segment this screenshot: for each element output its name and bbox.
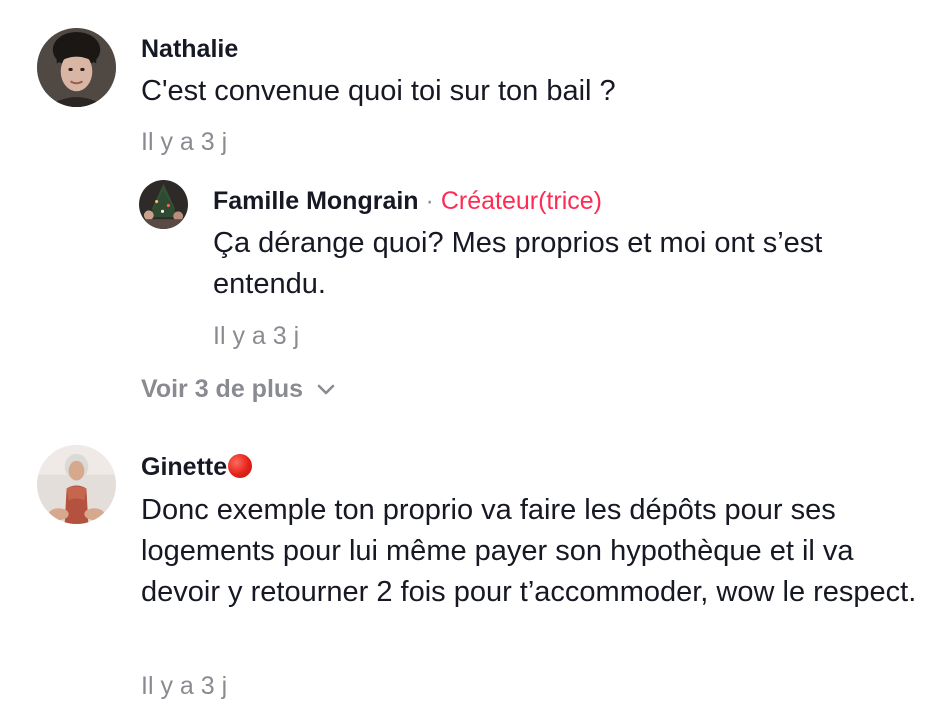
- timestamp: Il y a 3 j: [141, 672, 228, 700]
- user-avatar-icon: [37, 445, 116, 524]
- avatar[interactable]: [37, 28, 116, 107]
- reply-header: Famille Mongrain · Créateur(trice): [213, 186, 602, 216]
- separator: ·: [425, 187, 434, 215]
- red-circle-icon: [228, 454, 253, 478]
- chevron-down-icon: [317, 373, 335, 403]
- user-avatar-icon: [139, 180, 188, 229]
- timestamp: Il y a 3 j: [141, 128, 228, 156]
- username[interactable]: Famille Mongrain: [213, 187, 419, 215]
- timestamp: Il y a 3 j: [213, 322, 300, 350]
- comment-text: Ça dérange quoi? Mes proprios et moi ont…: [213, 227, 823, 300]
- user-avatar-icon: [37, 28, 116, 107]
- comment-text: Donc exemple ton proprio va faire les dé…: [141, 494, 917, 608]
- avatar[interactable]: [139, 180, 188, 229]
- avatar[interactable]: [37, 445, 116, 524]
- username[interactable]: Ginette: [141, 453, 227, 481]
- username[interactable]: Nathalie: [141, 34, 238, 64]
- username-row: Ginette: [141, 452, 253, 482]
- view-more-label: Voir 3 de plus: [141, 375, 304, 403]
- view-more-replies-button[interactable]: Voir 3 de plus: [141, 373, 335, 404]
- creator-badge: Créateur(trice): [440, 187, 602, 215]
- comment-text: C'est convenue quoi toi sur ton bail ?: [141, 75, 616, 107]
